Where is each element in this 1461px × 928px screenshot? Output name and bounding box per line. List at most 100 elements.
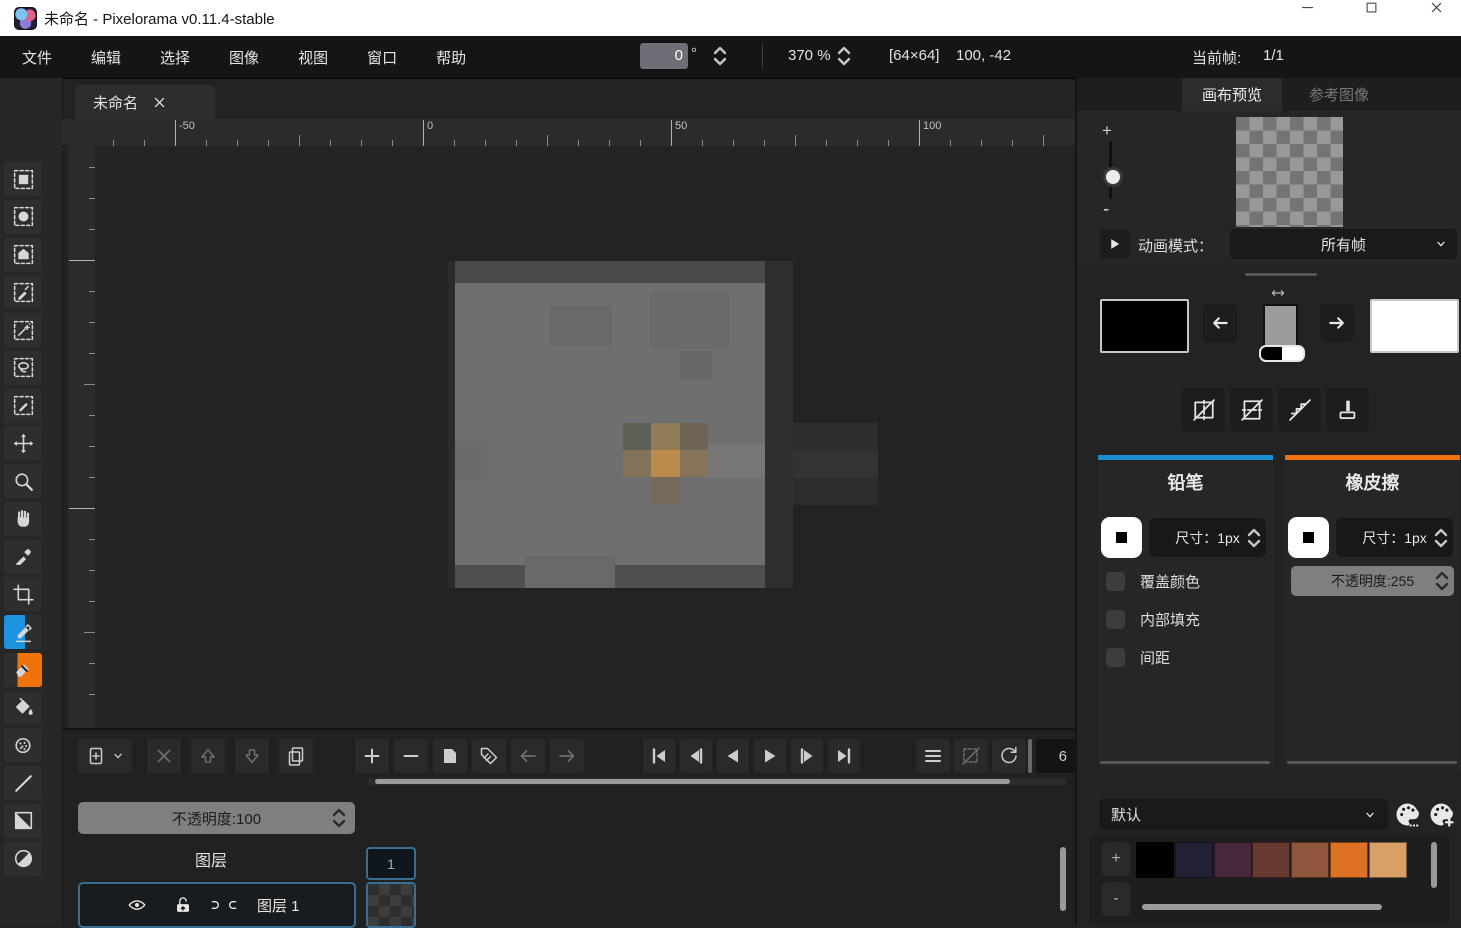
menu-item-0[interactable]: 文件 <box>16 43 58 72</box>
rotation-input[interactable]: 0 <box>640 43 688 69</box>
palette-swatch-2[interactable] <box>1214 842 1252 878</box>
pencil-brush-button[interactable] <box>1101 517 1142 558</box>
clone-frame-button[interactable] <box>433 739 467 773</box>
left-color-swatch[interactable] <box>1100 299 1189 353</box>
eraser-size-arrows[interactable] <box>1433 525 1449 551</box>
preview-zoom-out[interactable]: - <box>1103 199 1109 221</box>
tab-canvas-preview[interactable]: 画布预览 <box>1182 78 1282 111</box>
layer-opacity-slider[interactable]: 不透明度:100 <box>78 802 355 834</box>
menu-lines-button[interactable] <box>916 739 950 773</box>
arrow-right-button[interactable] <box>550 739 584 773</box>
tool-lasso[interactable] <box>4 351 42 385</box>
tool-color-picker[interactable] <box>4 540 42 574</box>
tool-magic-wand[interactable] <box>4 313 42 347</box>
palette-swatch-6[interactable] <box>1369 842 1407 878</box>
add-button[interactable] <box>355 739 389 773</box>
tag-button[interactable] <box>472 739 506 773</box>
rotation-spinner[interactable] <box>712 43 728 69</box>
fps-input[interactable]: 6 <box>1036 739 1075 773</box>
average-color-swatch[interactable] <box>1263 304 1298 347</box>
pencil-size-arrows[interactable] <box>1246 525 1262 551</box>
layer-up-button[interactable] <box>191 739 225 773</box>
layer-lock-icon[interactable] <box>171 894 195 916</box>
layer-opacity-spinner[interactable] <box>331 805 347 831</box>
tool-bucket[interactable] <box>4 691 42 725</box>
eraser-opacity-spinner[interactable] <box>1434 568 1450 594</box>
menu-item-6[interactable]: 帮助 <box>430 43 472 72</box>
mirror-x-toggle[interactable] <box>1182 388 1225 432</box>
menu-item-1[interactable]: 编辑 <box>85 43 127 72</box>
tool-polygon-select[interactable] <box>4 238 42 272</box>
canvas-viewport[interactable] <box>95 146 1075 728</box>
tool-pencil[interactable] <box>4 615 42 649</box>
panel-resize-handle[interactable] <box>1245 273 1317 276</box>
checkbox-1[interactable] <box>1106 610 1125 629</box>
remove-swatch-button[interactable]: - <box>1102 882 1130 916</box>
pencil-size-spinner[interactable]: 尺寸：1px <box>1149 518 1266 557</box>
checkbox-0[interactable] <box>1106 572 1125 591</box>
add-layer-button[interactable] <box>78 739 132 773</box>
onion-skin-button[interactable] <box>954 739 988 773</box>
palette-hscroll-thumb[interactable] <box>1142 904 1382 910</box>
close-button[interactable] <box>1413 0 1459 34</box>
eraser-size-spinner[interactable]: 尺寸：1px <box>1336 518 1453 557</box>
palette-vscroll-thumb[interactable] <box>1431 842 1437 888</box>
maximize-button[interactable] <box>1348 0 1394 34</box>
pixel-perfect-toggle[interactable] <box>1278 388 1321 432</box>
tool-move[interactable] <box>4 426 42 460</box>
add-swatch-button[interactable]: + <box>1102 842 1130 876</box>
palette-swatch-1[interactable] <box>1175 842 1213 878</box>
palette-swatch-3[interactable] <box>1252 842 1290 878</box>
palette-dropdown[interactable]: 默认 <box>1099 799 1388 830</box>
play-button[interactable] <box>754 739 786 773</box>
layer-visibility-icon[interactable] <box>125 894 149 916</box>
tool-rectangle[interactable] <box>4 804 42 838</box>
zoom-spinner[interactable] <box>836 43 852 69</box>
tool-line[interactable] <box>4 766 42 800</box>
menu-item-5[interactable]: 窗口 <box>361 43 403 72</box>
zoom-level[interactable]: 370 % <box>788 47 831 64</box>
tool-ellipse[interactable] <box>4 842 42 876</box>
layer-down-button[interactable] <box>235 739 269 773</box>
frame-button-1[interactable]: 1 <box>366 847 416 880</box>
edit-palette-button[interactable] <box>1392 799 1423 830</box>
anim-mode-dropdown[interactable]: 所有帧 <box>1230 229 1457 259</box>
cel-thumbnail[interactable] <box>366 882 416 928</box>
add-palette-button[interactable] <box>1426 799 1457 830</box>
first-button[interactable] <box>643 739 675 773</box>
timeline-vscroll-thumb[interactable] <box>1060 847 1066 911</box>
tool-eraser[interactable] <box>4 653 42 687</box>
eraser-panel-scrollbar[interactable] <box>1287 761 1457 764</box>
color-toggle-pill[interactable] <box>1259 345 1305 362</box>
clone-layer-button[interactable] <box>279 739 313 773</box>
timeline-hscroll-track[interactable] <box>368 778 1066 785</box>
tool-pan[interactable] <box>4 502 42 536</box>
swap-colors-right-button[interactable] <box>1320 304 1354 342</box>
last-button[interactable] <box>828 739 860 773</box>
delete-button[interactable] <box>147 739 181 773</box>
timeline-hscroll-thumb[interactable] <box>375 779 1010 784</box>
layer-link-left-icon[interactable] <box>207 894 223 916</box>
menu-item-2[interactable]: 选择 <box>154 43 196 72</box>
palette-swatch-5[interactable] <box>1330 842 1368 878</box>
horizontal-ruler[interactable]: -50050100 <box>95 119 1075 147</box>
arrow-left-button[interactable] <box>511 739 545 773</box>
tool-select-pen[interactable] <box>4 389 42 423</box>
menu-item-4[interactable]: 视图 <box>292 43 334 72</box>
tool-crop[interactable] <box>4 577 42 611</box>
next-button[interactable] <box>791 739 823 773</box>
preview-zoom-in[interactable]: + <box>1102 121 1112 141</box>
right-color-swatch[interactable] <box>1370 299 1459 353</box>
palette-swatch-4[interactable] <box>1291 842 1329 878</box>
tool-ellipse-select[interactable] <box>4 200 42 234</box>
preview-zoom-knob[interactable] <box>1103 167 1123 187</box>
loop-button[interactable] <box>992 739 1026 773</box>
minus-button[interactable] <box>394 739 428 773</box>
tool-color-select[interactable] <box>4 275 42 309</box>
minimize-button[interactable] <box>1284 0 1330 34</box>
pencil-panel-scrollbar[interactable] <box>1100 761 1270 764</box>
swap-colors-left-button[interactable] <box>1203 304 1237 342</box>
project-tab[interactable]: 未命名 <box>75 85 215 119</box>
eraser-brush-button[interactable] <box>1288 517 1329 558</box>
tab-close-icon[interactable] <box>152 95 167 110</box>
